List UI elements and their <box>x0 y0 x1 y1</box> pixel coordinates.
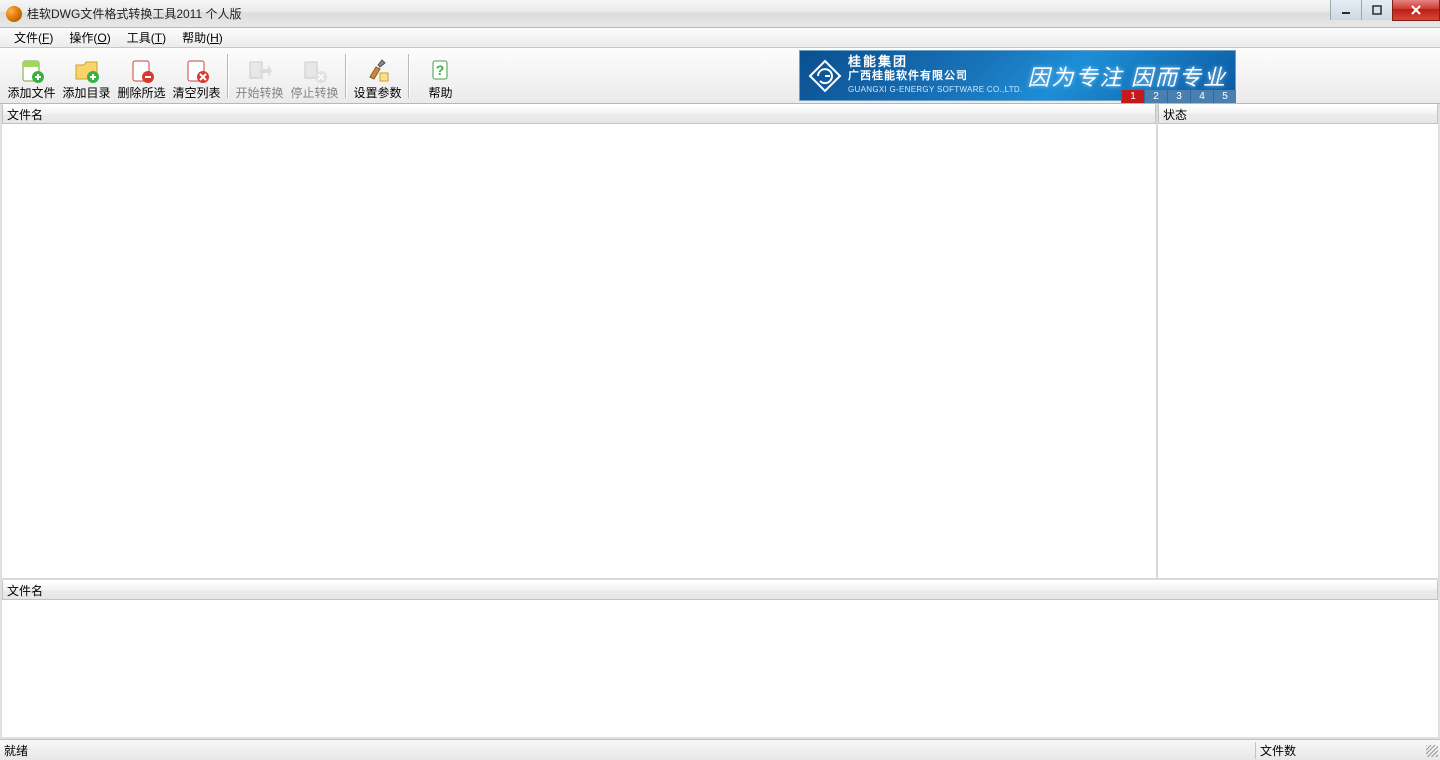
close-button[interactable] <box>1392 0 1440 21</box>
toolbar-separator <box>345 54 347 98</box>
menu-file[interactable]: 文件(F) <box>6 28 61 47</box>
delete-selected-button[interactable]: 删除所选 <box>114 49 169 102</box>
menu-help[interactable]: 帮助(H) <box>174 28 231 47</box>
toolbar-separator <box>408 54 410 98</box>
banner-text: 桂能集团 广西桂能软件有限公司 GUANGXI G-ENERGY SOFTWAR… <box>848 55 1023 97</box>
settings-icon <box>364 57 392 85</box>
add-file-label: 添加文件 <box>7 87 55 99</box>
lower-list: 文件名 <box>2 580 1438 737</box>
clear-list-label: 清空列表 <box>172 87 220 99</box>
lower-filename-header[interactable]: 文件名 <box>2 580 1438 600</box>
filename-header[interactable]: 文件名 <box>2 104 1156 124</box>
start-convert-label: 开始转换 <box>235 87 283 99</box>
add-folder-icon <box>73 57 101 85</box>
svg-text:?: ? <box>435 62 444 78</box>
help-button[interactable]: ? 帮助 <box>413 49 468 102</box>
stop-convert-label: 停止转换 <box>290 87 338 99</box>
status-list-body[interactable] <box>1158 124 1438 578</box>
lower-list-body[interactable] <box>2 600 1438 737</box>
filecount-label: 文件数 <box>1260 744 1296 758</box>
banner-tab-4[interactable]: 4 <box>1190 90 1213 103</box>
menu-bar: 文件(F) 操作(O) 工具(T) 帮助(H) <box>0 28 1440 48</box>
delete-selected-label: 删除所选 <box>117 87 165 99</box>
banner-company-en: GUANGXI G-ENERGY SOFTWARE CO.,LTD. <box>848 83 1023 97</box>
toolbar: 添加文件 添加目录 删除所选 清空列表 开始转换 <box>0 48 1440 104</box>
stop-convert-icon <box>301 57 329 85</box>
clear-icon <box>183 57 211 85</box>
status-filecount: 文件数 <box>1255 742 1440 759</box>
banner-tab-2[interactable]: 2 <box>1144 90 1167 103</box>
window-controls <box>1330 0 1440 20</box>
status-ready: 就绪 <box>0 742 1255 759</box>
maximize-icon <box>1371 4 1383 16</box>
client-area: 文件名 状态 文件名 <box>0 104 1440 739</box>
status-column: 状态 <box>1158 104 1438 578</box>
filename-list-body[interactable] <box>2 124 1156 578</box>
upper-list: 文件名 状态 <box>2 104 1438 580</box>
banner-page-tabs: 1 2 3 4 5 <box>1121 90 1236 103</box>
banner-company-cn: 广西桂能软件有限公司 <box>848 69 1023 83</box>
banner-tab-5[interactable]: 5 <box>1213 90 1236 103</box>
settings-label: 设置参数 <box>353 87 401 99</box>
app-icon <box>6 6 22 22</box>
banner-tab-3[interactable]: 3 <box>1167 90 1190 103</box>
minimize-icon <box>1340 4 1352 16</box>
resize-grip-icon[interactable] <box>1426 745 1438 757</box>
close-icon <box>1410 4 1422 16</box>
menu-operate[interactable]: 操作(O) <box>61 28 118 47</box>
menu-tool[interactable]: 工具(T) <box>119 28 174 47</box>
delete-icon <box>128 57 156 85</box>
add-file-button[interactable]: 添加文件 <box>4 49 59 102</box>
banner-group-cn: 桂能集团 <box>848 55 1023 69</box>
start-convert-icon <box>246 57 274 85</box>
help-label: 帮助 <box>428 87 452 99</box>
status-bar: 就绪 文件数 <box>0 739 1440 760</box>
stop-convert-button: 停止转换 <box>287 49 342 102</box>
filename-column: 文件名 <box>2 104 1158 578</box>
minimize-button[interactable] <box>1330 0 1361 20</box>
banner-tab-1[interactable]: 1 <box>1121 90 1144 103</box>
toolbar-separator <box>227 54 229 98</box>
add-file-icon <box>18 57 46 85</box>
help-icon: ? <box>427 57 455 85</box>
clear-list-button[interactable]: 清空列表 <box>169 49 224 102</box>
add-dir-button[interactable]: 添加目录 <box>59 49 114 102</box>
start-convert-button: 开始转换 <box>232 49 287 102</box>
window-title: 桂软DWG文件格式转换工具2011 个人版 <box>27 5 241 22</box>
settings-button[interactable]: 设置参数 <box>350 49 405 102</box>
app-window: 桂软DWG文件格式转换工具2011 个人版 文件(F) 操作(O) 工具(T) … <box>0 0 1440 760</box>
banner-logo-icon <box>808 59 842 93</box>
maximize-button[interactable] <box>1361 0 1392 20</box>
status-header[interactable]: 状态 <box>1158 104 1438 124</box>
add-dir-label: 添加目录 <box>62 87 110 99</box>
title-bar: 桂软DWG文件格式转换工具2011 个人版 <box>0 0 1440 28</box>
